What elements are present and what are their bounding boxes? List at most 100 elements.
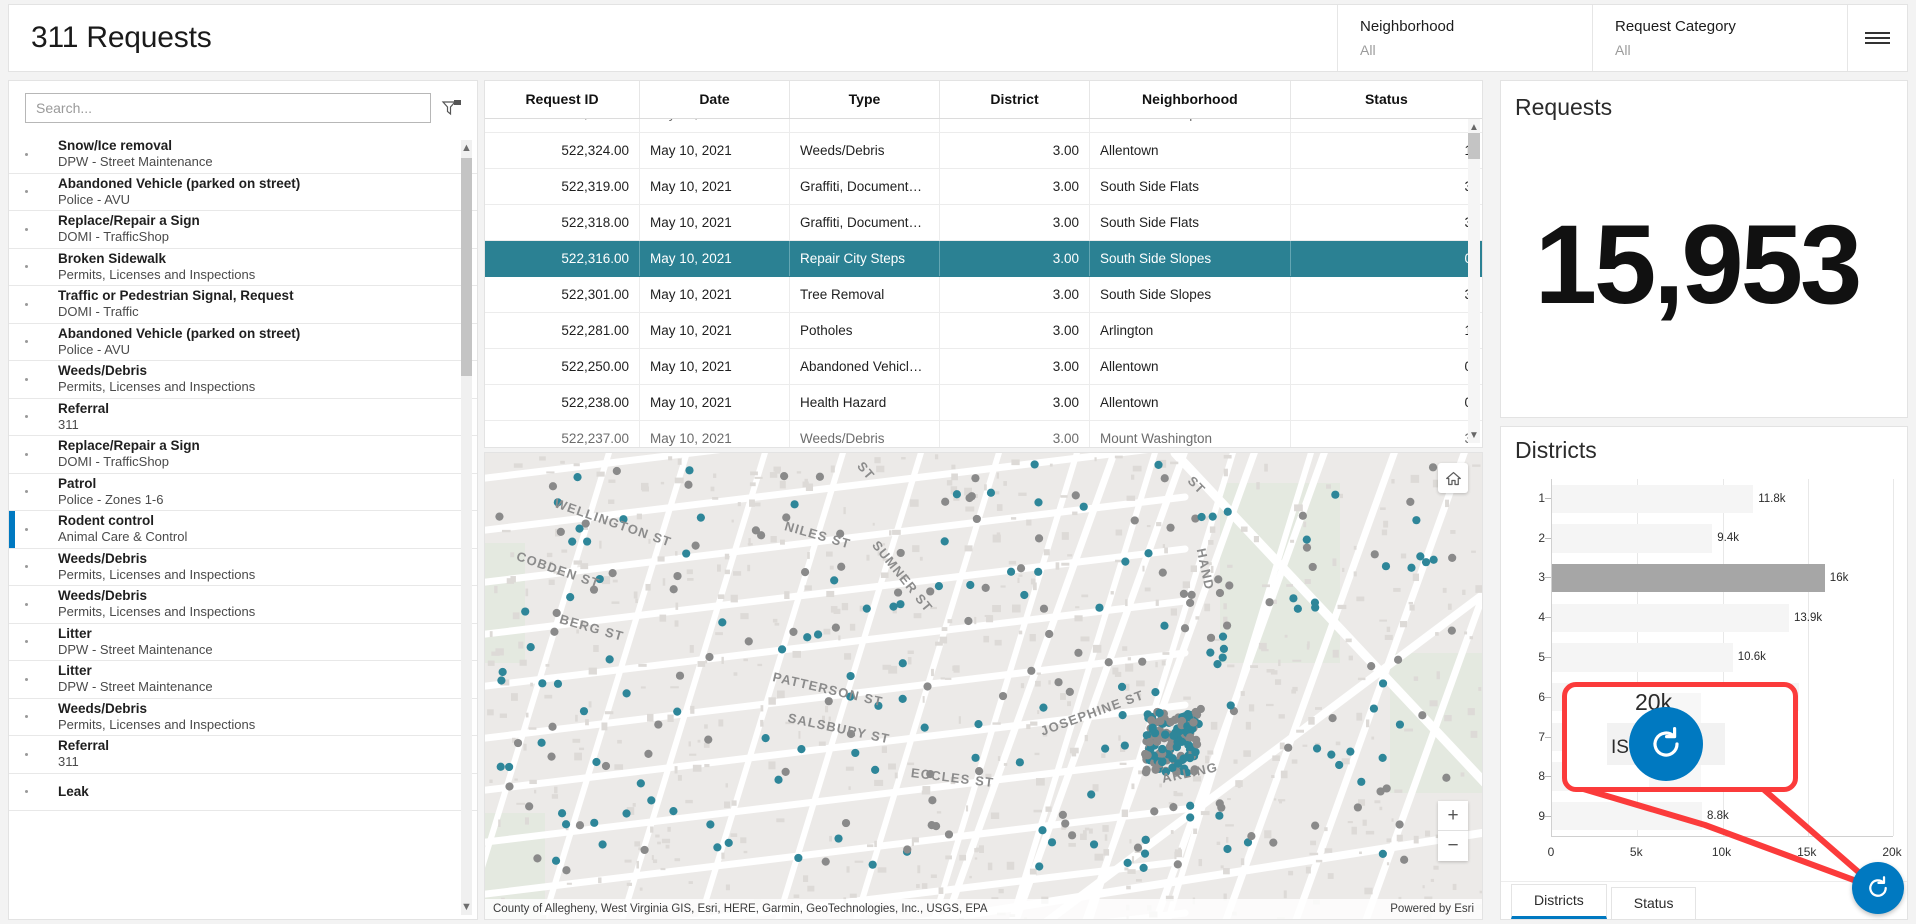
list-item-texts: Abandoned Vehicle (parked on street) Poli… <box>58 176 453 208</box>
cell-date: May 10, 2021 <box>639 420 790 447</box>
cell-type: Health Hazard <box>789 384 940 421</box>
chart-bar[interactable] <box>1552 643 1733 672</box>
table-row[interactable]: 522,334.00May 10, 2021Refuse Violations3… <box>485 119 1482 133</box>
magnified-reset-refresh-icon[interactable] <box>1629 707 1703 781</box>
chart-bar-row[interactable]: 11.8k <box>1552 479 1893 519</box>
map-zoom-out-button[interactable]: − <box>1438 831 1468 861</box>
home-icon[interactable] <box>1438 463 1468 493</box>
cell-request-id: 522,238.00 <box>485 384 640 421</box>
list-item[interactable]: Weeds/Debris Permits, Licenses and Inspec… <box>9 586 477 624</box>
column-header-date[interactable]: Date <box>639 81 790 119</box>
table-row[interactable]: 522,318.00 May 10, 2021 Graffiti, Document… <box>485 204 1482 241</box>
map-zoom-controls: + − <box>1438 801 1468 861</box>
table-row[interactable]: 522,301.00 May 10, 2021 Tree Removal 3.00 So… <box>485 276 1482 313</box>
list-item[interactable]: Weeds/Debris Permits, Licenses and Inspec… <box>9 361 477 399</box>
hamburger-menu-icon[interactable] <box>1847 5 1907 71</box>
list-item[interactable]: Leak <box>9 773 477 811</box>
chart-bar[interactable] <box>1552 801 1703 831</box>
list-item-title: Replace/Repair a Sign <box>58 213 200 229</box>
list-item[interactable]: Weeds/Debris Permits, Licenses and Inspec… <box>9 698 477 736</box>
list-item[interactable]: Litter DPW - Street Maintenance <box>9 623 477 661</box>
cell-type: Graffiti, Documentat... <box>789 168 940 205</box>
list-item[interactable]: Patrol Police - Zones 1-6 <box>9 473 477 511</box>
list-item-bullet-icon <box>25 190 28 194</box>
chart-bar-row[interactable]: 10.6k <box>1552 638 1893 678</box>
list-item-bullet-icon <box>25 452 28 456</box>
list-item[interactable]: Referral 311 <box>9 736 477 774</box>
list-item[interactable]: Weeds/Debris Permits, Licenses and Inspec… <box>9 548 477 586</box>
list-item[interactable]: Abandoned Vehicle (parked on street) Poli… <box>9 323 477 361</box>
filter-request-category[interactable]: Request Category All <box>1592 5 1847 71</box>
column-header-type[interactable]: Type <box>789 81 940 119</box>
chart-bar-row[interactable]: 13.9k <box>1552 598 1893 638</box>
chart-bar[interactable] <box>1552 484 1754 514</box>
cell-type: Potholes <box>789 312 940 349</box>
chart-bar-row[interactable]: 16k <box>1552 558 1893 598</box>
cell-district: 3.00 <box>939 132 1090 169</box>
reset-refresh-icon[interactable] <box>1852 862 1904 914</box>
list-item-title: Broken Sidewalk <box>58 250 167 266</box>
cell-request-id: 522,301.00 <box>485 276 640 313</box>
tab-status[interactable]: Status <box>1610 887 1697 919</box>
list-item[interactable]: Broken Sidewalk Permits, Licenses and Ins… <box>9 248 477 286</box>
map-canvas[interactable]: WELLINGTON ST COBDEN ST BERG ST NILES ST SUM… <box>485 453 1482 919</box>
column-header-status[interactable]: Status <box>1290 81 1482 119</box>
list-item-texts: Snow/Ice removal DPW - Street Maintenance <box>58 138 453 170</box>
table-scroll-down-icon[interactable]: ▼ <box>1468 429 1480 443</box>
cell-status: 0 <box>1290 240 1482 277</box>
cell-request-id: 522,237.00 <box>485 420 640 447</box>
cell-date: May 10, 2021 <box>639 276 790 313</box>
map-zoom-in-button[interactable]: + <box>1438 801 1468 831</box>
column-header-neighborhood[interactable]: Neighborhood <box>1089 81 1291 119</box>
tab-districts[interactable]: Districts <box>1511 884 1607 919</box>
list-item-bullet-icon <box>25 565 28 569</box>
cell-type: Abandoned Vehicle ... <box>789 348 940 385</box>
cell-district: 3.00 <box>939 119 1090 133</box>
table-row[interactable]: 522,250.00 May 10, 2021 Abandoned Vehicle … <box>485 348 1482 385</box>
list-item-texts: Rodent control Animal Care & Control <box>58 513 453 545</box>
cell-neighborhood: Arlington <box>1089 312 1291 349</box>
cell-request-id: 522,250.00 <box>485 348 640 385</box>
column-header-district[interactable]: District <box>939 81 1090 119</box>
list-item[interactable]: Referral 311 <box>9 398 477 436</box>
list-item[interactable]: Traffic or Pedestrian Signal, Request DOM… <box>9 286 477 324</box>
cell-request-id: 522,319.00 <box>485 168 640 205</box>
cell-type: Graffiti, Documentat... <box>789 204 940 241</box>
map-card[interactable]: WELLINGTON ST COBDEN ST BERG ST NILES ST SUM… <box>484 452 1483 920</box>
list-scroll-down-icon[interactable]: ▼ <box>460 900 473 914</box>
list-item[interactable]: Replace/Repair a Sign DOMI - TrafficShop <box>9 211 477 249</box>
chart-bar-row[interactable]: 8.8k <box>1552 796 1893 836</box>
table-row[interactable]: 522,319.00 May 10, 2021 Graffiti, Document… <box>485 168 1482 205</box>
table-row[interactable]: 522,237.00 May 10, 2021 Weeds/Debris 3.00 Mo… <box>485 420 1482 447</box>
chart-bar[interactable] <box>1552 524 1713 553</box>
requests-table-body-scroll[interactable]: 522,334.00May 10, 2021Refuse Violations3… <box>485 119 1482 447</box>
search-input[interactable] <box>25 93 431 123</box>
list-item-title: Abandoned Vehicle (parked on street) <box>58 175 301 191</box>
table-scroll-up-icon[interactable]: ▲ <box>1468 121 1480 135</box>
column-header-request-id[interactable]: Request ID <box>485 81 640 119</box>
filter-neighborhood[interactable]: Neighborhood All <box>1337 5 1592 71</box>
list-item[interactable]: Snow/Ice removal DPW - Street Maintenance <box>9 136 477 174</box>
chart-bar[interactable] <box>1552 603 1789 633</box>
list-scrollbar-thumb[interactable] <box>461 158 472 376</box>
list-scroll-up-icon[interactable]: ▲ <box>460 141 473 155</box>
requests-kpi-card: Requests 15,953 <box>1500 80 1908 418</box>
table-row[interactable]: 522,238.00 May 10, 2021 Health Hazard 3.00 A… <box>485 384 1482 421</box>
cell-date: May 10, 2021 <box>639 168 790 205</box>
list-item-texts: Weeds/Debris Permits, Licenses and Inspec… <box>58 701 453 733</box>
chart-bar-row[interactable]: 9.4k <box>1552 519 1893 559</box>
cell-neighborhood: Allentown <box>1089 132 1291 169</box>
list-item[interactable]: Litter DPW - Street Maintenance <box>9 661 477 699</box>
list-item[interactable]: Replace/Repair a Sign DOMI - TrafficShop <box>9 436 477 474</box>
filter-list-icon[interactable] <box>441 97 463 119</box>
list-item[interactable]: Abandoned Vehicle (parked on street) Poli… <box>9 173 477 211</box>
callout-content: 20k IS <box>1567 687 1793 787</box>
chart-bar[interactable] <box>1552 563 1825 593</box>
table-row[interactable]: 522,316.00 May 10, 2021 Repair City Steps 3… <box>485 240 1482 277</box>
table-scrollbar-thumb[interactable] <box>1468 133 1480 159</box>
table-row[interactable]: 522,281.00 May 10, 2021 Potholes 3.00 Arling… <box>485 312 1482 349</box>
list-item[interactable]: Rodent control Animal Care & Control <box>9 511 477 549</box>
cell-status: 3 <box>1290 276 1482 313</box>
table-scrollbar-track[interactable] <box>1468 119 1480 443</box>
table-row[interactable]: 522,324.00 May 10, 2021 Weeds/Debris 3.00 Al… <box>485 132 1482 169</box>
